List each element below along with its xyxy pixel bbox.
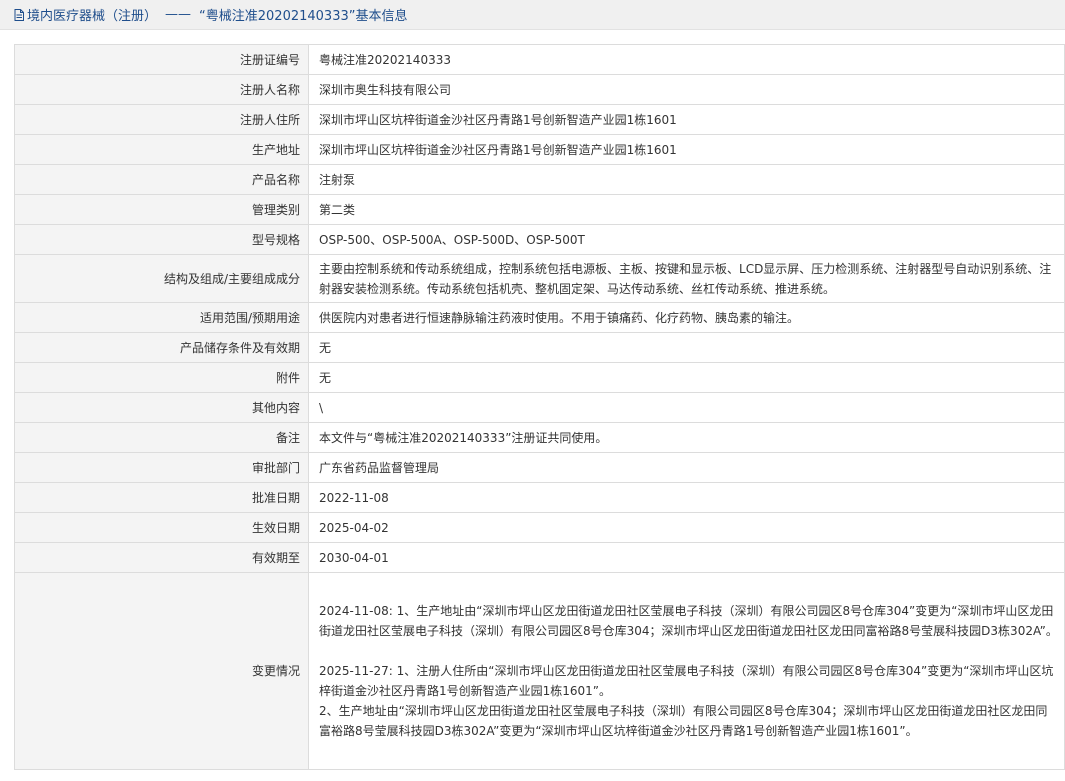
- table-row-changes: 变更情况 2024-11-08: 1、生产地址由“深圳市坪山区龙田街道龙田社区莹…: [14, 572, 1065, 770]
- row-value: 深圳市奥生科技有限公司: [308, 74, 1065, 105]
- row-value: 2030-04-01: [308, 542, 1065, 573]
- document-icon: [14, 8, 24, 21]
- header-category: 境内医疗器械（注册）: [27, 9, 158, 24]
- row-value: 2025-04-02: [308, 512, 1065, 543]
- row-value: 广东省药品监督管理局: [308, 452, 1065, 483]
- header-title: “粤械注准20202140333”基本信息: [199, 9, 408, 24]
- table-row: 适用范围/预期用途 供医院内对患者进行恒速静脉输注药液时使用。不用于镇痛药、化疗…: [14, 302, 1065, 333]
- change-entry-2-line-2: 2、生产地址由“深圳市坪山区龙田街道龙田社区莹展电子科技（深圳）有限公司园区8号…: [319, 704, 1048, 738]
- table-row: 注册人名称 深圳市奥生科技有限公司: [14, 74, 1065, 105]
- row-label: 审批部门: [14, 452, 309, 483]
- table-row: 产品名称 注射泵: [14, 164, 1065, 195]
- row-value: 供医院内对患者进行恒速静脉输注药液时使用。不用于镇痛药、化疗药物、胰岛素的输注。: [308, 302, 1065, 333]
- row-label: 结构及组成/主要组成成分: [14, 254, 309, 303]
- table-row: 审批部门 广东省药品监督管理局: [14, 452, 1065, 483]
- table-row: 结构及组成/主要组成成分 主要由控制系统和传动系统组成，控制系统包括电源板、主板…: [14, 254, 1065, 303]
- table-row: 产品储存条件及有效期 无: [14, 332, 1065, 363]
- table-row: 管理类别 第二类: [14, 194, 1065, 225]
- row-value: 本文件与“粤械注准20202140333”注册证共同使用。: [308, 422, 1065, 453]
- table-row: 生效日期 2025-04-02: [14, 512, 1065, 543]
- row-label: 附件: [14, 362, 309, 393]
- change-entry-2-line-1: 2025-11-27: 1、注册人住所由“深圳市坪山区龙田街道龙田社区莹展电子科…: [319, 664, 1054, 698]
- row-value: OSP-500、OSP-500A、OSP-500D、OSP-500T: [308, 224, 1065, 255]
- table-row: 生产地址 深圳市坪山区坑梓街道金沙社区丹青路1号创新智造产业园1栋1601: [14, 134, 1065, 165]
- row-value: 深圳市坪山区坑梓街道金沙社区丹青路1号创新智造产业园1栋1601: [308, 104, 1065, 135]
- row-value: 2022-11-08: [308, 482, 1065, 513]
- change-spacer: [319, 641, 1058, 661]
- row-value: \: [308, 392, 1065, 423]
- row-label: 产品储存条件及有效期: [14, 332, 309, 363]
- row-value: 注射泵: [308, 164, 1065, 195]
- row-value: 深圳市坪山区坑梓街道金沙社区丹青路1号创新智造产业园1栋1601: [308, 134, 1065, 165]
- row-label: 型号规格: [14, 224, 309, 255]
- row-label: 生产地址: [14, 134, 309, 165]
- page-header: 境内医疗器械（注册） —— “粤械注准20202140333”基本信息: [0, 0, 1065, 30]
- row-label: 批准日期: [14, 482, 309, 513]
- table-row: 备注 本文件与“粤械注准20202140333”注册证共同使用。: [14, 422, 1065, 453]
- row-label: 注册人名称: [14, 74, 309, 105]
- row-value: 第二类: [308, 194, 1065, 225]
- row-label: 适用范围/预期用途: [14, 302, 309, 333]
- changes-value: 2024-11-08: 1、生产地址由“深圳市坪山区龙田街道龙田社区莹展电子科技…: [308, 572, 1065, 770]
- row-label: 有效期至: [14, 542, 309, 573]
- row-value: 粤械注准20202140333: [308, 44, 1065, 75]
- row-label: 产品名称: [14, 164, 309, 195]
- row-value: 主要由控制系统和传动系统组成，控制系统包括电源板、主板、按键和显示板、LCD显示…: [308, 254, 1065, 303]
- row-label: 注册证编号: [14, 44, 309, 75]
- header-separator: ——: [165, 7, 192, 22]
- table-row: 其他内容 \: [14, 392, 1065, 423]
- row-label: 注册人住所: [14, 104, 309, 135]
- row-label: 其他内容: [14, 392, 309, 423]
- table-row: 批准日期 2022-11-08: [14, 482, 1065, 513]
- changes-label: 变更情况: [14, 572, 309, 770]
- table-row: 有效期至 2030-04-01: [14, 542, 1065, 573]
- row-label: 生效日期: [14, 512, 309, 543]
- table-row: 注册人住所 深圳市坪山区坑梓街道金沙社区丹青路1号创新智造产业园1栋1601: [14, 104, 1065, 135]
- change-entry-1: 2024-11-08: 1、生产地址由“深圳市坪山区龙田街道龙田社区莹展电子科技…: [319, 604, 1058, 638]
- row-value: 无: [308, 362, 1065, 393]
- table-row: 型号规格 OSP-500、OSP-500A、OSP-500D、OSP-500T: [14, 224, 1065, 255]
- row-value: 无: [308, 332, 1065, 363]
- row-label: 备注: [14, 422, 309, 453]
- info-table: 注册证编号 粤械注准20202140333 注册人名称 深圳市奥生科技有限公司 …: [14, 44, 1065, 770]
- info-table-container: 注册证编号 粤械注准20202140333 注册人名称 深圳市奥生科技有限公司 …: [14, 44, 1065, 770]
- table-row: 附件 无: [14, 362, 1065, 393]
- table-row: 注册证编号 粤械注准20202140333: [14, 44, 1065, 75]
- row-label: 管理类别: [14, 194, 309, 225]
